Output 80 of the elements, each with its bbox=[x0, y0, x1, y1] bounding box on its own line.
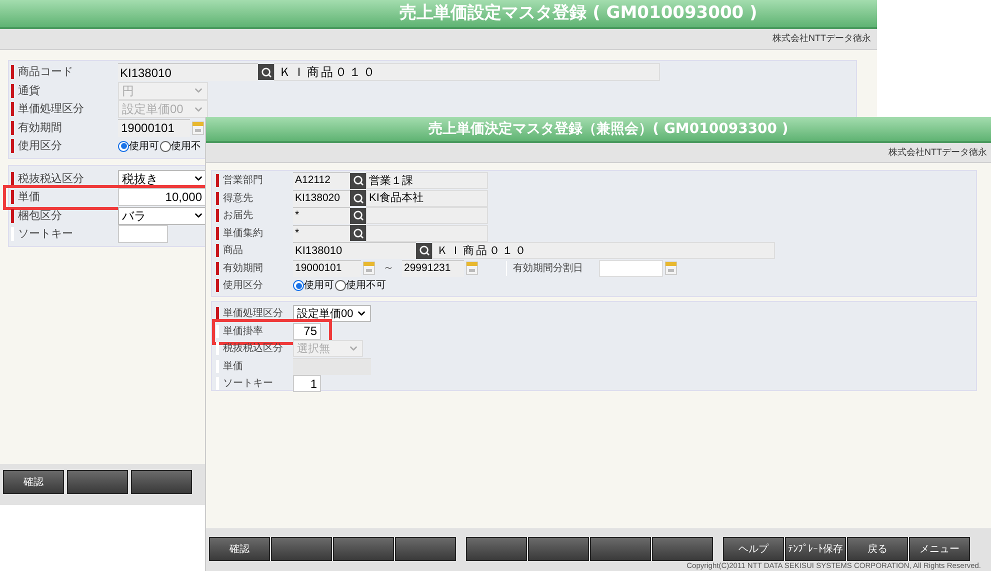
code-field[interactable]: KI138010 bbox=[118, 63, 258, 82]
code-field[interactable]: A12112 bbox=[293, 172, 350, 190]
action-button[interactable]: 戻る bbox=[847, 537, 908, 561]
field-label: 単価処理区分 bbox=[222, 307, 284, 322]
field-label: 税抜税込区分 bbox=[222, 342, 284, 356]
code-field[interactable]: KI138020 bbox=[293, 190, 350, 207]
blank-button[interactable] bbox=[333, 537, 394, 561]
radio-label: 使用不可 bbox=[346, 279, 386, 294]
field-label: 税抜税込区分 bbox=[17, 172, 85, 186]
field-label: 有効期間 bbox=[222, 262, 264, 276]
calendar-icon[interactable] bbox=[466, 261, 478, 276]
search-icon[interactable] bbox=[258, 64, 274, 80]
field-label: 使用区分 bbox=[222, 279, 264, 294]
radio-button[interactable] bbox=[118, 140, 129, 152]
field-label: 商品コード bbox=[17, 64, 74, 80]
field-label: 営業部門 bbox=[222, 174, 264, 188]
select-field[interactable]: バラ bbox=[118, 206, 208, 225]
number-field[interactable] bbox=[118, 225, 168, 244]
action-button[interactable]: ﾃﾝﾌﾟﾚｰﾄ保存 bbox=[785, 537, 846, 561]
company-name: 株式会社NTTデータ徳永 bbox=[888, 146, 987, 159]
field-label: ソートキー bbox=[222, 377, 274, 392]
action-button[interactable]: ヘルプ bbox=[723, 537, 784, 561]
field-label: 単価 bbox=[17, 190, 41, 205]
field-label: 商品 bbox=[222, 244, 244, 258]
calendar-icon[interactable] bbox=[192, 120, 204, 135]
radio-button[interactable] bbox=[293, 280, 304, 292]
name-field: ＫＩ商品０１０ bbox=[432, 242, 775, 260]
search-icon[interactable] bbox=[350, 208, 366, 224]
radio-label: 使用可 bbox=[304, 279, 334, 294]
date-field[interactable]: 29991231 bbox=[402, 260, 464, 277]
field-label: 通貨 bbox=[17, 84, 41, 98]
field-label: 単価集約 bbox=[222, 226, 264, 241]
window-title: 売上単価設定マスタ登録 ( GM010093000 ) bbox=[398, 2, 758, 25]
number-field[interactable]: 10,000 bbox=[118, 188, 206, 206]
field-label: 梱包区分 bbox=[17, 208, 63, 224]
number-field[interactable]: 1 bbox=[293, 375, 321, 392]
blank-button[interactable] bbox=[652, 537, 713, 561]
field-label: 使用区分 bbox=[17, 139, 63, 154]
field-label: 有効期間 bbox=[17, 120, 63, 136]
search-icon[interactable] bbox=[350, 172, 366, 189]
search-icon[interactable] bbox=[350, 225, 366, 242]
field-label: 単価 bbox=[222, 360, 244, 374]
field-label: 得意先 bbox=[222, 192, 254, 206]
code-field[interactable]: * bbox=[293, 224, 350, 242]
select-field[interactable]: 設定単価00 bbox=[293, 305, 372, 322]
blank-button[interactable] bbox=[131, 470, 192, 494]
range-separator: ～ bbox=[383, 261, 394, 276]
search-icon[interactable] bbox=[416, 242, 432, 259]
field-label: 単価掛率 bbox=[222, 324, 264, 339]
radio-button[interactable] bbox=[335, 280, 346, 292]
search-icon[interactable] bbox=[350, 190, 366, 206]
date-field[interactable]: 19000101 bbox=[293, 260, 361, 277]
blank-button[interactable] bbox=[395, 537, 456, 561]
company-name: 株式会社NTTデータ徳永 bbox=[772, 32, 871, 46]
field-label: ソートキー bbox=[17, 227, 74, 242]
blank-button[interactable] bbox=[271, 537, 332, 561]
date-field[interactable] bbox=[599, 260, 663, 277]
blank-button[interactable] bbox=[466, 537, 527, 561]
name-field: 営業１課 bbox=[366, 172, 488, 190]
date-field[interactable]: 19000101 bbox=[118, 118, 190, 137]
blank-button[interactable] bbox=[528, 537, 589, 561]
name-field: KI食品本社 bbox=[366, 190, 488, 207]
calendar-icon[interactable] bbox=[665, 261, 677, 276]
name-field: ＫＩ商品０１０ bbox=[274, 63, 660, 82]
blank-button[interactable] bbox=[67, 470, 128, 494]
action-button[interactable]: 確認 bbox=[3, 470, 64, 494]
action-button[interactable]: メニュー bbox=[909, 537, 970, 561]
field-label: 有効期間分割日 bbox=[513, 262, 584, 276]
radio-label: 使用不 bbox=[171, 140, 201, 154]
action-button[interactable]: 確認 bbox=[209, 537, 270, 561]
field-label: お届先 bbox=[222, 208, 254, 224]
number-field[interactable]: 75 bbox=[293, 322, 321, 340]
code-field[interactable]: KI138010 bbox=[293, 242, 416, 260]
radio-label: 使用可 bbox=[129, 140, 159, 154]
radio-button[interactable] bbox=[160, 140, 171, 152]
blank-button[interactable] bbox=[590, 537, 651, 561]
field-label: 単価処理区分 bbox=[17, 102, 85, 117]
calendar-icon[interactable] bbox=[363, 261, 375, 276]
code-field[interactable]: * bbox=[293, 207, 350, 224]
window-title: 売上単価決定マスタ登録（兼照会）( GM010093300 ) bbox=[428, 120, 788, 138]
